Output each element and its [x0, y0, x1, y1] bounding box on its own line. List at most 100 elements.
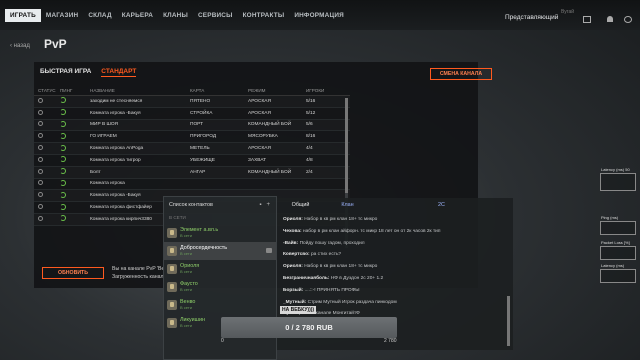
room-players: 8/16: [306, 134, 316, 140]
chat-line: Ориоля: Набор в кв рм клан 18+ тс микро: [283, 214, 507, 226]
chat-author[interactable]: Борзый:: [283, 288, 303, 293]
nav-shop[interactable]: МАГАЗИН: [41, 9, 83, 22]
chat-text: ра стих есть?: [311, 252, 342, 258]
room-mode: КОМАНДНЫЙ БОЙ: [248, 122, 292, 128]
packet-loss-graph: [600, 246, 636, 260]
mail-icon[interactable]: [583, 16, 591, 23]
tab-standard[interactable]: СТАНДАРТ: [101, 68, 137, 77]
chat-tab-clan[interactable]: Клан: [324, 202, 371, 208]
room-ping: [60, 215, 90, 223]
nav-clans[interactable]: КЛАНЫ: [158, 9, 193, 22]
chat-text: Набор в кв рм клан 18+ тс микро: [304, 264, 378, 270]
message-icon[interactable]: [266, 248, 272, 253]
notification-icon[interactable]: [606, 16, 614, 23]
chat-author[interactable]: _Мутный:: [283, 300, 306, 305]
table-row[interactable]: заходим не стесняемся ПЯТЕНО АРОСКАЯ 5/16: [34, 96, 350, 108]
room-status: [34, 145, 60, 152]
back-link[interactable]: ‹ назад: [10, 43, 30, 49]
contact-text: Элемент а.вл.ь В сети: [180, 227, 218, 239]
ping-graph: [600, 221, 636, 235]
col-name[interactable]: НАЗВАНИЕ: [90, 88, 190, 93]
room-ping: [60, 203, 90, 212]
room-ping: [60, 120, 90, 129]
nav-career[interactable]: КАРЬЕРА: [117, 9, 158, 22]
table-row[interactable]: Болт АНГАР КОМАНДНЫЙ БОЙ 2/4: [34, 167, 350, 179]
col-ping[interactable]: ПИНГ: [60, 88, 90, 93]
table-row[interactable]: ГО ИГРАЕМ ПРИГОРОД МЯСОРУБКА 8/16: [34, 131, 350, 144]
avatar: [167, 264, 177, 274]
col-map[interactable]: КАРТА: [190, 88, 248, 93]
chat-line: Борзый: ....::-! ПРИНЯТЬ ПРОФЫ: [283, 285, 507, 297]
contact-item[interactable]: Ориоля В сети: [164, 260, 276, 278]
chat-icon[interactable]: ▪: [259, 202, 261, 208]
chat-author[interactable]: -Вайв:: [283, 241, 298, 246]
user-profile[interactable]: Вугай Представляющий: [505, 9, 574, 21]
refresh-button[interactable]: ОБНОВИТЬ: [42, 267, 104, 279]
chat-tab-2c[interactable]: 2С: [418, 202, 465, 208]
room-mode: МЯСОРУБКА: [248, 134, 278, 140]
room-name: ГО ИГРАЕМ: [90, 134, 117, 140]
nav-contracts[interactable]: КОНТРАКТЫ: [238, 9, 290, 22]
chat-text: НФ в Дуэдон 2с 20+ 1.2: [330, 275, 384, 281]
ping-icon: [60, 97, 66, 104]
contact-item[interactable]: Элемент а.вл.ь В сети: [164, 224, 276, 242]
contact-item[interactable]: Добросердечность В сети: [164, 242, 276, 260]
change-channel-button[interactable]: СМЕНА КАНАЛА: [430, 68, 492, 80]
contact-text: Фаусто В сети: [180, 281, 198, 293]
packet-loss-label: Packet Loss [%]: [601, 240, 630, 245]
contact-item[interactable]: Венво В сети: [164, 296, 276, 314]
col-status[interactable]: СТАТУС: [34, 88, 60, 93]
room-ping: [60, 132, 90, 141]
contact-text: Ликуишин В сети: [180, 317, 205, 329]
contact-state: В сети: [180, 305, 192, 310]
status-icon: [38, 121, 43, 127]
page-title: PvP: [44, 37, 67, 51]
nav-storage[interactable]: СКЛАД: [83, 9, 116, 22]
room-map: АНГАР: [190, 169, 206, 175]
room-map: ПЯТЕНО: [190, 98, 211, 104]
back-label: назад: [13, 43, 30, 49]
room-players: 5/16: [306, 98, 316, 104]
col-mode[interactable]: РЕЖИМ: [248, 88, 306, 93]
room-status: [34, 121, 60, 128]
ping-icon: [60, 156, 66, 163]
chat-tab-general[interactable]: Общий: [277, 202, 324, 208]
room-name: Комната игрока тигрор: [90, 157, 141, 163]
chat-author[interactable]: Чехова:: [283, 229, 302, 234]
chat-line: -Вайв: Пойду пошу гадом, проходил: [283, 238, 507, 250]
mode-tabs: БЫСТРАЯ ИГРА СТАНДАРТ: [40, 68, 137, 77]
status-icon: [38, 109, 43, 115]
room-name: Комната игрока: [90, 181, 125, 187]
chat-scrollbar[interactable]: [507, 296, 510, 346]
chat-text: Набор в кв рм клан 18+ тс микро: [304, 217, 378, 222]
room-players: 4/8: [306, 157, 313, 163]
room-mode: КОМАНДНЫЙ БОЙ: [248, 169, 292, 175]
table-row[interactable]: МИР В ШОЯ ПОРТ КОМАНДНЫЙ БОЙ 5/6: [34, 120, 350, 132]
add-contact-icon[interactable]: +: [266, 202, 270, 208]
table-row[interactable]: Комната игрока тигрор УБЕЖИЩЕ ЗАХВАТ 4/8: [34, 155, 350, 167]
wallet-bar[interactable]: 0 / 2 780 RUB: [221, 317, 397, 338]
chat-author[interactable]: Безграничнаяболь:: [283, 276, 329, 281]
status-icon: [38, 145, 43, 151]
contact-item[interactable]: Фаусто В сети: [164, 278, 276, 296]
power-icon[interactable]: [624, 16, 632, 23]
wallet-max: 2 780: [384, 338, 397, 344]
table-row[interactable]: Комната игрока -Бакуя СТРОЙКА АРОСКАЯ 5/12: [34, 108, 350, 120]
channel-name: Вы на канале PvP 'Ве: [112, 266, 165, 272]
col-players[interactable]: ИГРОКИ: [306, 88, 346, 93]
table-row[interactable]: Комната игрока AnPoga МЕТЕЛЬ АРОСКАЯ 4/4: [34, 143, 350, 155]
ping-icon: [60, 179, 66, 186]
nav-play[interactable]: ИГРАТЬ: [5, 9, 41, 22]
chat-author[interactable]: Ковертсво:: [283, 252, 310, 257]
nav-services[interactable]: СЕРВИСЫ: [193, 9, 238, 22]
room-ping: [60, 156, 90, 164]
room-mode: АРОСКАЯ: [248, 146, 271, 152]
tab-quick-game[interactable]: БЫСТРАЯ ИГРА: [40, 68, 91, 77]
table-row[interactable]: Комната игрока: [34, 179, 350, 191]
avatar: [167, 318, 177, 328]
room-status: [34, 192, 60, 199]
chat-author[interactable]: Ориоля:: [283, 264, 303, 269]
nav-info[interactable]: ИНФОРМАЦИЯ: [289, 9, 349, 22]
top-nav-bar: ИГРАТЬ МАГАЗИН СКЛАД КАРЬЕРА КЛАНЫ СЕРВИ…: [0, 0, 640, 30]
chat-author[interactable]: Ориоля:: [283, 217, 303, 222]
